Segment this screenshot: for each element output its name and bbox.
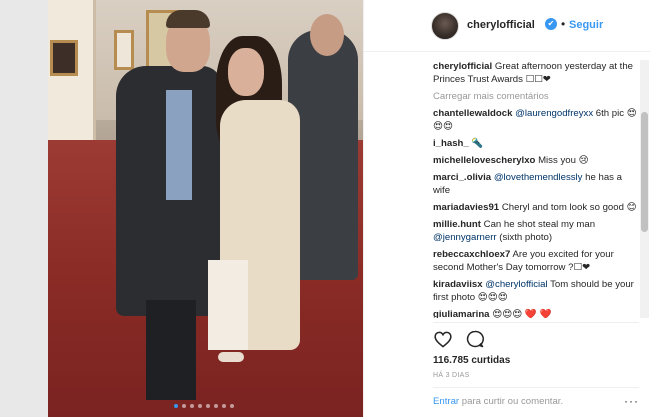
comment-mention[interactable]: @jennygarnerr — [433, 232, 497, 243]
comment-username[interactable]: rebeccaxchloex7 — [433, 249, 510, 260]
follow-button[interactable]: Seguir — [569, 19, 603, 31]
comment-text: (sixth photo) — [496, 232, 553, 243]
photo-woman-dress — [208, 260, 248, 350]
photo-man-legs — [146, 300, 196, 400]
comment-username[interactable]: giuliamarina — [433, 309, 490, 318]
comment-username[interactable]: mariadavies91 — [433, 202, 499, 213]
comment-text: Can he shot steal my man — [483, 219, 596, 230]
comment-mention[interactable]: @lovethemendlessly — [494, 172, 583, 183]
comments-scrollbar[interactable] — [640, 60, 649, 318]
comment-item: mariadavies91 Cheryl and tom look so goo… — [433, 201, 639, 214]
comment-username[interactable]: chantellewaldock — [433, 108, 512, 119]
comment-username[interactable]: marci_.olivia — [433, 172, 491, 183]
likes-count[interactable]: 116.785 curtidas — [433, 355, 639, 366]
login-link[interactable]: Entrar — [433, 396, 459, 407]
comment-username[interactable]: millie.hunt — [433, 219, 481, 230]
photo-man-shirt — [166, 90, 192, 200]
username-link[interactable]: cherylofficial — [467, 19, 535, 31]
comment-text: 🔦 — [471, 138, 484, 149]
header-separator: • — [561, 17, 566, 31]
comment-item: marci_.olivia @lovethemendlessly he has … — [433, 171, 639, 197]
comment-item: rebeccaxchloex7 Are you excited for your… — [433, 248, 639, 274]
comment-username[interactable]: i_hash_ — [433, 138, 469, 149]
caption-username[interactable]: cherylofficial — [433, 61, 492, 72]
comment-item: millie.hunt Can he shot steal my man @je… — [433, 218, 639, 244]
photo-shoe — [218, 352, 244, 362]
comment-text: Cheryl and tom look so good 😊 — [501, 202, 637, 213]
post-timestamp[interactable]: HÁ 3 DIAS — [433, 372, 639, 379]
avatar[interactable] — [431, 12, 459, 40]
post-header: cherylofficial ✔ • Seguir — [363, 0, 650, 52]
verified-badge-icon: ✔ — [545, 18, 557, 30]
comment-item: i_hash_ 🔦 — [433, 137, 639, 150]
comment-mention[interactable]: @laurengodfreyxx — [515, 108, 593, 119]
scrollbar-thumb[interactable] — [641, 112, 648, 232]
heart-icon[interactable] — [433, 329, 453, 349]
action-icons — [433, 327, 639, 351]
comment-text: 😍😍😍 ❤️ ❤️ — [492, 309, 552, 318]
photo-frame — [114, 30, 134, 70]
load-more-comments-button[interactable]: Carregar mais comentários — [433, 90, 639, 103]
comment-item: giuliamarina 😍😍😍 ❤️ ❤️ — [433, 308, 639, 318]
caption: cherylofficial Great afternoon yesterday… — [433, 60, 639, 86]
comment-bubble-icon[interactable] — [465, 329, 485, 349]
comments-list[interactable]: cherylofficial Great afternoon yesterday… — [433, 60, 639, 318]
carousel-dot — [230, 404, 234, 408]
carousel-dot — [206, 404, 210, 408]
login-text: para curtir ou comentar. — [459, 396, 564, 407]
photo-woman-face — [228, 48, 264, 96]
more-options-icon[interactable]: ··· — [624, 394, 639, 408]
login-prompt: Entrar para curtir ou comentar. ··· — [433, 387, 639, 408]
comment-username[interactable]: michellelovescherylxo — [433, 155, 535, 166]
post-photo[interactable] — [48, 0, 363, 417]
photo-background-head — [310, 14, 344, 56]
carousel-dot — [222, 404, 226, 408]
comment-item: kiradaviisx @cherylofficial Tom should b… — [433, 278, 639, 304]
photo-door — [48, 0, 96, 160]
post-actions: 116.785 curtidas HÁ 3 DIAS — [433, 322, 639, 382]
comment-item: chantellewaldock @laurengodfreyxx 6th pi… — [433, 107, 639, 133]
photo-man-hair — [166, 10, 210, 28]
carousel-dot — [182, 404, 186, 408]
carousel-dot — [198, 404, 202, 408]
carousel-dot — [190, 404, 194, 408]
carousel-dot — [214, 404, 218, 408]
comment-mention[interactable]: @cherylofficial — [485, 279, 547, 290]
comment-text: Miss you 😢 — [538, 155, 589, 166]
carousel-dot — [174, 404, 178, 408]
comment-username[interactable]: kiradaviisx — [433, 279, 483, 290]
carousel-indicator — [174, 404, 234, 408]
comment-item: michellelovescherylxo Miss you 😢 — [433, 154, 639, 167]
photo-frame — [50, 40, 78, 76]
